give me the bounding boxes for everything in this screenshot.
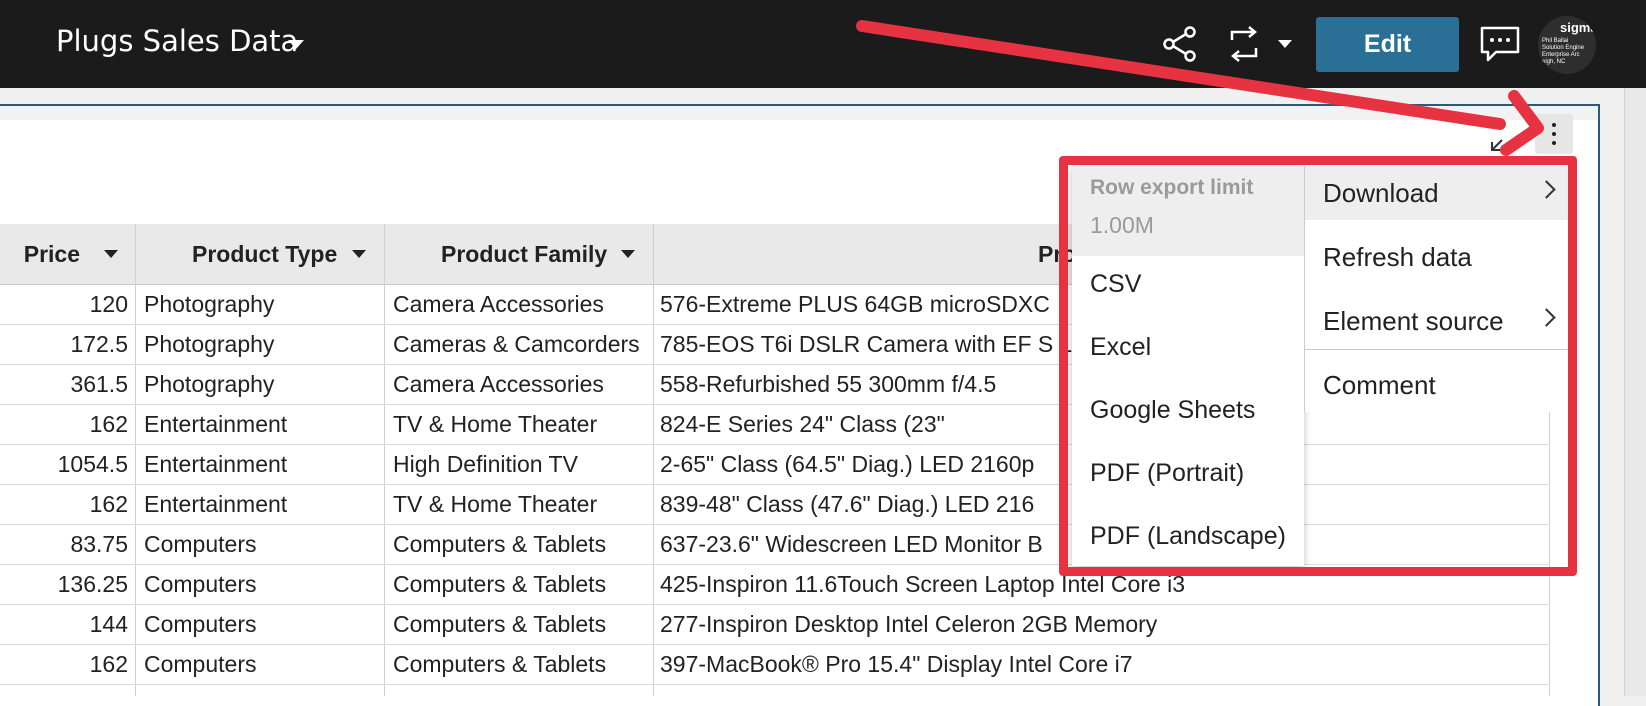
cell-product-type[interactable]: Computers: [144, 564, 382, 604]
more-dot-icon: [1552, 132, 1556, 136]
cell-product-type[interactable]: Photography: [144, 364, 382, 404]
sync-dropdown-icon[interactable]: [1278, 40, 1292, 48]
cell-price[interactable]: 162: [0, 484, 128, 524]
cell-product[interactable]: 277-Inspiron Desktop Intel Celeron 2GB M…: [660, 604, 1540, 644]
cell-price[interactable]: 172.5: [0, 324, 128, 364]
table-row[interactable]: 162 Computers Computers & Tablets 397-MacBo…: [0, 644, 1550, 685]
cell-product-family[interactable]: High Definition TV: [393, 444, 651, 484]
more-options-button[interactable]: [1535, 114, 1573, 154]
cell-product-type[interactable]: Photography: [144, 284, 382, 324]
cell-product[interactable]: 397-MacBook® Pro 15.4" Display Intel Cor…: [660, 644, 1540, 684]
more-dot-icon: [1552, 141, 1556, 145]
cell-product-family[interactable]: Computers & Tablets: [393, 644, 651, 684]
cell-price[interactable]: 120: [0, 284, 128, 324]
workbook-title[interactable]: Plugs Sales Data: [56, 24, 298, 58]
cell-product-type[interactable]: Photography: [144, 324, 382, 364]
cell-price[interactable]: 162: [0, 404, 128, 444]
top-bar: Plugs Sales Data Edit sigma Phil Ballai …: [0, 0, 1646, 88]
panel-header-strip: [0, 106, 1598, 120]
cell-product-type[interactable]: Entertainment: [144, 484, 382, 524]
cell-price[interactable]: 144: [0, 604, 128, 644]
cell-product-family[interactable]: Computers & Tablets: [393, 564, 651, 604]
cell-price[interactable]: 361.5: [0, 364, 128, 404]
cell-product-family[interactable]: Cameras & Camcorders: [393, 324, 651, 364]
cell-product-family[interactable]: Computers & Tablets: [393, 524, 651, 564]
edit-button[interactable]: Edit: [1316, 17, 1459, 72]
column-header-product-family[interactable]: Product Family: [385, 224, 653, 284]
user-avatar[interactable]: sigma Phil Ballai Solution Engine Enterp…: [1538, 16, 1596, 74]
column-header-product-type[interactable]: Product Type: [136, 224, 384, 284]
cell-product-type[interactable]: Entertainment: [144, 404, 382, 444]
sync-icon[interactable]: [1222, 24, 1266, 64]
avatar-caption: Phil Ballai Solution Engine Enterprise A…: [1542, 38, 1585, 65]
cell-product-family[interactable]: Camera Accessories: [393, 364, 651, 404]
vertical-scrollbar[interactable]: [1624, 88, 1646, 696]
cell-price[interactable]: 162: [0, 644, 128, 684]
table-row[interactable]: 144 Computers Computers & Tablets 277-Inspi…: [0, 604, 1550, 645]
sigma-logo: sigma: [1560, 20, 1596, 35]
cell-product-family[interactable]: Camera Accessories: [393, 284, 651, 324]
column-menu-caret-icon[interactable]: [621, 250, 635, 258]
cell-product-type[interactable]: Entertainment: [144, 444, 382, 484]
minimize-icon[interactable]: [1488, 130, 1512, 154]
column-menu-caret-icon[interactable]: [104, 250, 118, 258]
cell-product-family[interactable]: Computers & Tablets: [393, 604, 651, 644]
cell-product-type[interactable]: Computers: [144, 604, 382, 644]
cell-price[interactable]: 1054.5: [0, 444, 128, 484]
share-icon[interactable]: [1160, 24, 1200, 64]
title-dropdown-icon[interactable]: [288, 40, 304, 49]
cell-price[interactable]: 136.25: [0, 564, 128, 604]
cell-price[interactable]: 83.75: [0, 524, 128, 564]
column-header-price[interactable]: Price: [0, 224, 135, 284]
cell-product-family[interactable]: TV & Home Theater: [393, 484, 651, 524]
more-dot-icon: [1552, 123, 1556, 127]
cell-product-family[interactable]: TV & Home Theater: [393, 404, 651, 444]
column-menu-caret-icon[interactable]: [352, 250, 366, 258]
comment-icon[interactable]: [1478, 24, 1522, 64]
annotation-highlight-box: [1059, 156, 1577, 576]
cell-product-type[interactable]: Computers: [144, 644, 382, 684]
cell-product-type[interactable]: Computers: [144, 524, 382, 564]
